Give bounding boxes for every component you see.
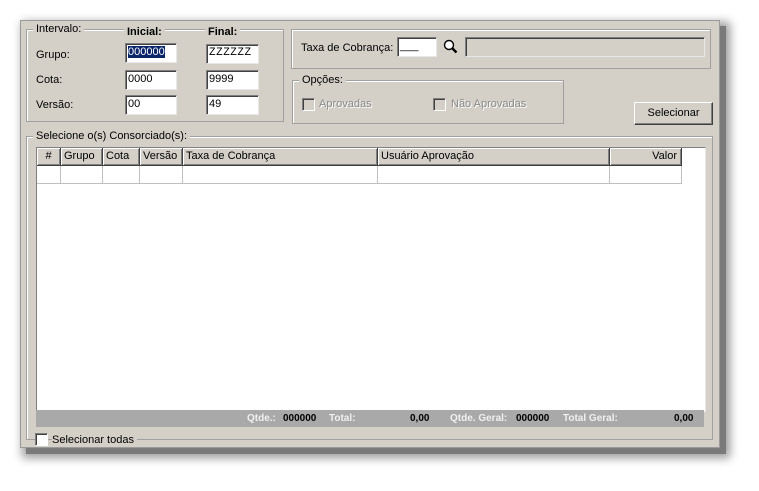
col-header-valor[interactable]: Valor [610,148,682,166]
table-row-cell[interactable] [103,166,140,184]
grupo-label: Grupo: [36,49,70,61]
taxa-code-field[interactable]: ___ [397,37,437,57]
taxa-search-button[interactable] [441,37,461,57]
form-window: Intervalo: Inicial: Final: Grupo: 000000… [20,20,720,448]
grupo-final-field[interactable]: ZZZZZZ [206,44,259,64]
nao-aprovadas-label: Não Aprovadas [451,98,527,110]
inicial-header: Inicial: [124,25,165,39]
consorciados-table[interactable]: # Grupo Cota Versão Taxa de Cobrança Usu… [36,147,706,412]
magnifier-icon [443,39,458,54]
taxa-label: Taxa de Cobrança: [301,42,394,54]
col-header-versao[interactable]: Versão [140,148,183,166]
taxa-description-field [465,37,705,57]
total-label: Total: [329,413,356,424]
total-geral-value: 0,00 [674,413,694,424]
consorciados-legend: Selecione o(s) Consorciado(s): [33,129,191,143]
table-row-cell[interactable] [140,166,183,184]
col-header-num[interactable]: # [37,148,61,166]
versao-label: Versão: [36,99,74,111]
table-row-cell[interactable] [610,166,682,184]
table-row-cell[interactable] [183,166,378,184]
final-header: Final: [205,25,241,39]
intervalo-legend: Intervalo: [33,22,85,36]
table-row-cell[interactable] [61,166,103,184]
qtde-geral-value: 000000 [516,413,550,424]
total-geral-label: Total Geral: [563,413,618,424]
selecionar-button[interactable]: Selecionar [634,102,713,125]
qtde-geral-label: Qtde. Geral: [450,413,508,424]
selecionar-todas-label: Selecionar todas [52,433,137,447]
totals-bar: Qtde.: 000000 Total: 0,00 Qtde. Geral: 0… [36,410,704,427]
table-row-cell[interactable] [37,166,61,184]
col-header-usuario[interactable]: Usuário Aprovação [378,148,610,166]
cota-label: Cota: [36,74,63,86]
versao-inicial-field[interactable]: 00 [125,95,177,115]
cota-final-field[interactable]: 9999 [206,70,259,90]
col-header-taxa[interactable]: Taxa de Cobrança [183,148,378,166]
selecionar-todas-checkbox[interactable] [35,433,48,446]
qtde-label: Qtde.: [247,413,276,424]
total-value: 0,00 [410,413,430,424]
nao-aprovadas-checkbox[interactable] [433,98,446,111]
versao-final-field[interactable]: 49 [206,95,259,115]
cota-inicial-field[interactable]: 0000 [125,70,177,90]
col-header-grupo[interactable]: Grupo [61,148,103,166]
qtde-value: 000000 [283,413,317,424]
grupo-inicial-field[interactable]: 000000 [125,43,177,63]
table-row-cell[interactable] [378,166,610,184]
opcoes-legend: Opções: [299,73,346,87]
aprovadas-checkbox[interactable] [302,98,315,111]
col-header-cota[interactable]: Cota [103,148,140,166]
aprovadas-label: Aprovadas [319,98,372,110]
